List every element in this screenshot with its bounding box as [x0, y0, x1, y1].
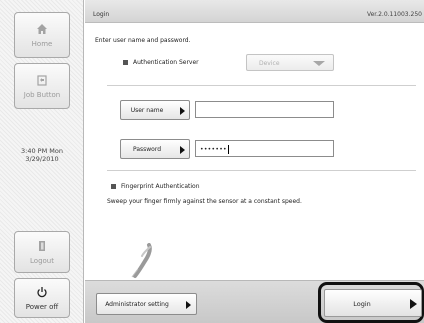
- power-icon: [37, 286, 47, 297]
- finger-swipe-icon: [131, 243, 152, 278]
- clock-date: 3/29/2010: [25, 155, 59, 163]
- administrator-setting-button[interactable]: Administrator setting: [96, 293, 197, 315]
- power-off-button[interactable]: Power off: [14, 278, 70, 318]
- arrow-right-icon: [186, 301, 191, 309]
- logout-button[interactable]: Logout: [14, 231, 70, 273]
- username-input[interactable]: [195, 101, 334, 118]
- fingerprint-label: Fingerprint Authentication: [121, 183, 200, 190]
- logout-icon: [39, 240, 45, 251]
- divider: [107, 170, 416, 171]
- divider: [107, 85, 416, 86]
- job-button-icon: [37, 74, 47, 86]
- auth-server-bullet: [123, 60, 128, 65]
- password-button-label: Password: [132, 146, 162, 153]
- job-button-label: Job Button: [23, 90, 61, 99]
- auth-server-label: Authentication Server: [133, 59, 199, 66]
- title-bar: Login Ver.2.0.11003.250: [85, 0, 424, 23]
- fingerprint-bullet: [111, 184, 116, 189]
- auth-server-value: Device: [259, 60, 280, 67]
- home-icon: [37, 23, 47, 34]
- logout-label: Logout: [30, 256, 54, 265]
- job-button[interactable]: Job Button: [14, 63, 70, 109]
- power-off-label: Power off: [25, 302, 59, 311]
- password-value: •••••••: [200, 146, 227, 153]
- password-button[interactable]: Password: [120, 139, 190, 159]
- chevron-down-icon: [313, 61, 325, 66]
- sidebar: Home Job Button 3:40 PM Mon 3/29/2010 Lo…: [0, 0, 84, 323]
- fingerprint-instruction: Sweep your finger firmly against the sen…: [107, 198, 302, 205]
- instruction-text: Enter user name and password.: [95, 37, 191, 44]
- password-input[interactable]: •••••••: [195, 140, 334, 157]
- home-label: Home: [31, 39, 53, 48]
- username-button[interactable]: User name: [120, 100, 190, 120]
- auth-server-select[interactable]: Device: [246, 54, 334, 71]
- clock: 3:40 PM Mon 3/29/2010: [0, 147, 84, 163]
- username-button-label: User name: [130, 107, 164, 114]
- login-button[interactable]: Login: [324, 289, 422, 317]
- play-arrow-icon: [410, 299, 417, 309]
- page-title: Login: [93, 11, 110, 18]
- administrator-setting-label: Administrator setting: [105, 301, 169, 308]
- version-label: Ver.2.0.11003.250: [366, 11, 422, 18]
- login-button-label: Login: [353, 300, 371, 308]
- clock-time: 3:40 PM Mon: [21, 147, 63, 155]
- arrow-right-icon: [180, 146, 185, 154]
- home-button[interactable]: Home: [14, 12, 70, 58]
- text-caret: [227, 145, 229, 154]
- arrow-right-icon: [180, 107, 185, 115]
